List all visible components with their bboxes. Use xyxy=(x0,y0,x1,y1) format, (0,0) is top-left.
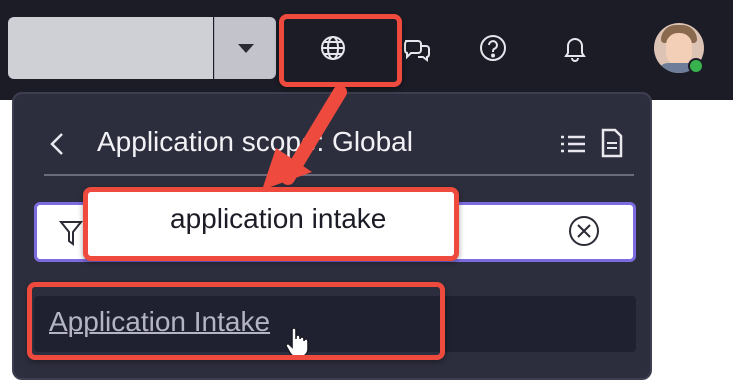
filter-input[interactable] xyxy=(170,203,590,235)
document-icon[interactable] xyxy=(600,128,624,158)
panel-header: Application scope: Global xyxy=(44,124,634,164)
highlight-globe-box xyxy=(279,14,402,87)
chat-bubbles-icon[interactable] xyxy=(397,28,437,68)
highlight-result-box xyxy=(27,282,445,360)
clear-filter-icon[interactable] xyxy=(567,214,601,248)
scope-search-field[interactable] xyxy=(8,17,213,79)
list-icon[interactable] xyxy=(559,132,587,156)
bell-icon[interactable] xyxy=(555,28,595,68)
back-chevron-icon[interactable] xyxy=(44,129,70,159)
highlight-filter-box xyxy=(83,187,590,261)
dropdown-toggle-button[interactable] xyxy=(214,17,276,79)
panel-title: Application scope: Global xyxy=(97,126,413,157)
chevron-down-icon xyxy=(237,43,254,53)
filter-funnel-icon xyxy=(58,219,84,247)
screenshot-stage: Application scope: Global Application In… xyxy=(0,0,733,385)
help-icon[interactable] xyxy=(473,28,513,68)
online-status-badge xyxy=(688,58,704,74)
panel-divider xyxy=(44,174,634,176)
avatar-face xyxy=(666,33,692,65)
